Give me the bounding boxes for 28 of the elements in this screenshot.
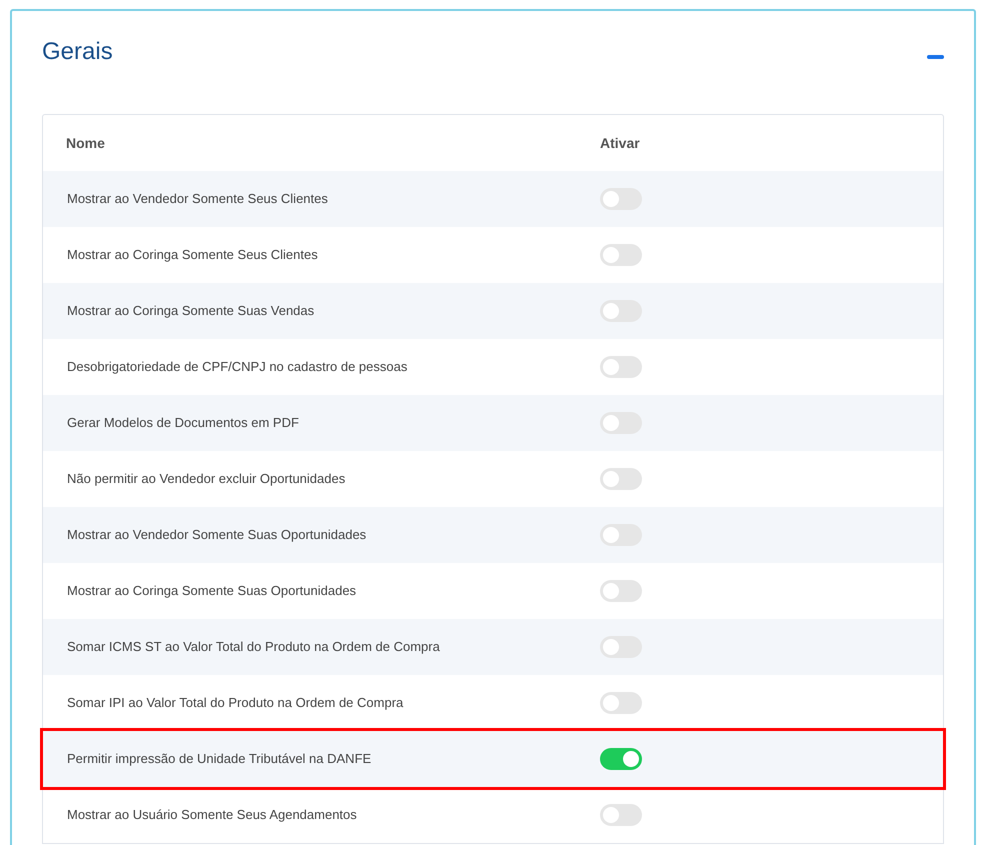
toggle-switch[interactable] <box>600 300 642 322</box>
toggle-switch[interactable] <box>600 636 642 658</box>
toggle-switch[interactable] <box>600 804 642 826</box>
setting-label: Gerar Modelos de Documentos em PDF <box>66 414 300 432</box>
setting-label: Mostrar ao Coringa Somente Suas Vendas <box>66 302 316 320</box>
collapse-button[interactable] <box>927 55 944 59</box>
setting-label: Mostrar ao Vendedor Somente Suas Oportunidades <box>66 526 368 544</box>
toggle-switch[interactable] <box>600 412 642 434</box>
setting-label: Desobrigatoriedade de CPF/CNPJ no cadastro de pessoas <box>66 358 408 376</box>
toggle-switch[interactable] <box>600 188 642 210</box>
setting-label: Mostrar ao Usuário Somente Seus Agendamentos <box>66 806 358 824</box>
section-title: Gerais <box>42 37 113 67</box>
setting-label: Mostrar ao Coringa Somente Seus Clientes <box>66 246 319 264</box>
setting-label: Permitir impressão de Unidade Tributável na DANFE <box>66 750 372 768</box>
toggle-switch[interactable] <box>600 524 642 546</box>
toggle-switch[interactable] <box>600 748 642 770</box>
toggle-switch[interactable] <box>600 468 642 490</box>
setting-label: Não permitir ao Vendedor excluir Oportunidades <box>66 470 346 488</box>
toggle-switch[interactable] <box>600 244 642 266</box>
column-header: Nome <box>65 134 106 152</box>
setting-label: Somar IPI ao Valor Total do Produto na Ordem de Compra <box>66 694 404 712</box>
toggle-switch[interactable] <box>600 580 642 602</box>
toggle-switch[interactable] <box>600 356 642 378</box>
setting-label: Mostrar ao Vendedor Somente Seus Clientes <box>66 190 329 208</box>
column-header: Ativar <box>600 134 640 152</box>
toggle-switch[interactable] <box>600 692 642 714</box>
setting-label: Somar ICMS ST ao Valor Total do Produto na Ordem de Compra <box>66 638 441 656</box>
setting-label: Mostrar ao Coringa Somente Suas Oportunidades <box>66 582 358 600</box>
